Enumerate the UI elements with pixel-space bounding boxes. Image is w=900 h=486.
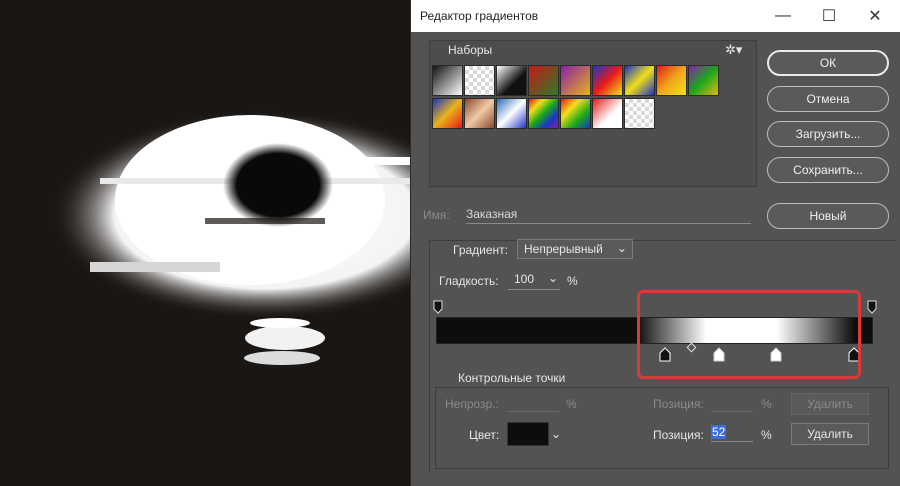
chevron-down-icon: ⌄ [547, 271, 558, 285]
gradient-type-select[interactable]: Непрерывный ⌄ [517, 239, 633, 259]
preset-swatch[interactable] [592, 98, 623, 129]
document-canvas [0, 0, 410, 486]
preset-swatch[interactable] [528, 98, 559, 129]
color-position-value: 52 [711, 425, 727, 439]
name-field[interactable]: Заказная [466, 207, 751, 224]
opacity-field[interactable] [507, 397, 559, 412]
preset-swatch[interactable] [624, 65, 655, 96]
chevron-down-icon: ⌄ [616, 241, 627, 255]
opacity-position-field[interactable] [711, 397, 753, 412]
preset-swatch[interactable] [688, 65, 719, 96]
ok-button[interactable]: ОК [767, 50, 889, 76]
opacity-stop-right[interactable] [867, 300, 877, 314]
title-bar: Редактор градиентов — ☐ ✕ [411, 0, 900, 32]
highlight-annotation [637, 290, 861, 379]
maximize-icon[interactable]: ☐ [809, 3, 849, 29]
color-delete-button[interactable]: Удалить [791, 423, 869, 445]
load-button[interactable]: Загрузить... [767, 121, 889, 147]
stops-section-label: Контрольные точки [455, 371, 569, 385]
preset-swatch[interactable] [592, 65, 623, 96]
color-swatch[interactable] [507, 422, 549, 446]
cancel-button[interactable]: Отмена [767, 86, 889, 112]
preset-swatch[interactable] [528, 65, 559, 96]
preset-swatch[interactable] [496, 98, 527, 129]
preset-swatch[interactable] [496, 65, 527, 96]
smoothness-field[interactable]: 100 ⌄ [508, 270, 560, 290]
canvas-artwork [50, 110, 410, 365]
chevron-down-icon[interactable]: ⌄ [551, 427, 561, 441]
preset-swatch[interactable] [432, 65, 463, 96]
preset-swatch[interactable] [560, 98, 591, 129]
color-position-unit: % [761, 428, 772, 442]
smoothness-value: 100 [514, 272, 535, 286]
preset-swatch[interactable] [656, 65, 687, 96]
gradient-type-label: Градиент: [453, 243, 509, 257]
preset-swatch[interactable] [464, 98, 495, 129]
name-label: Имя: [423, 208, 450, 222]
minimize-icon[interactable]: — [763, 3, 803, 29]
gear-icon[interactable]: ✲▾ [725, 42, 742, 58]
smoothness-label: Гладкость: [439, 274, 499, 288]
preset-swatch[interactable] [624, 98, 655, 129]
close-icon[interactable]: ✕ [855, 3, 895, 29]
smoothness-unit: % [567, 274, 578, 288]
new-button[interactable]: Новый [767, 203, 889, 229]
dialog-title: Редактор градиентов [420, 9, 539, 23]
opacity-label: Непрозр.: [445, 397, 499, 411]
preset-swatch[interactable] [464, 65, 495, 96]
gradient-editor-dialog: Редактор градиентов — ☐ ✕ Наборы ✲▾ ОК О… [410, 0, 900, 486]
presets-label: Наборы [448, 43, 493, 57]
opacity-delete-button[interactable]: Удалить [791, 393, 869, 415]
color-label: Цвет: [469, 428, 500, 442]
color-position-field[interactable]: 52 [711, 425, 753, 442]
opacity-position-label: Позиция: [653, 397, 704, 411]
opacity-unit: % [566, 397, 577, 411]
opacity-position-unit: % [761, 397, 772, 411]
preset-swatch[interactable] [432, 98, 463, 129]
save-button[interactable]: Сохранить... [767, 157, 889, 183]
opacity-stop-left[interactable] [433, 300, 443, 314]
preset-swatch[interactable] [560, 65, 591, 96]
color-position-label: Позиция: [653, 428, 704, 442]
gradient-type-value: Непрерывный [524, 242, 603, 256]
